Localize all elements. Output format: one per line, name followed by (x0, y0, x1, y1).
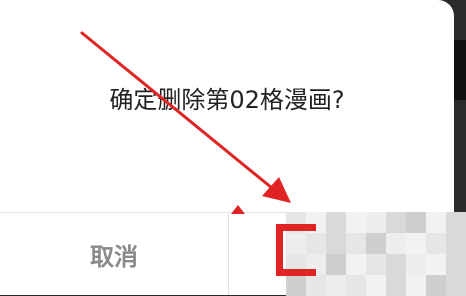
background-edge (454, 40, 466, 100)
highlight-box (276, 224, 316, 276)
cancel-button[interactable]: 取消 (0, 213, 228, 295)
dialog-message: 确定删除第02格漫画? (109, 86, 345, 114)
